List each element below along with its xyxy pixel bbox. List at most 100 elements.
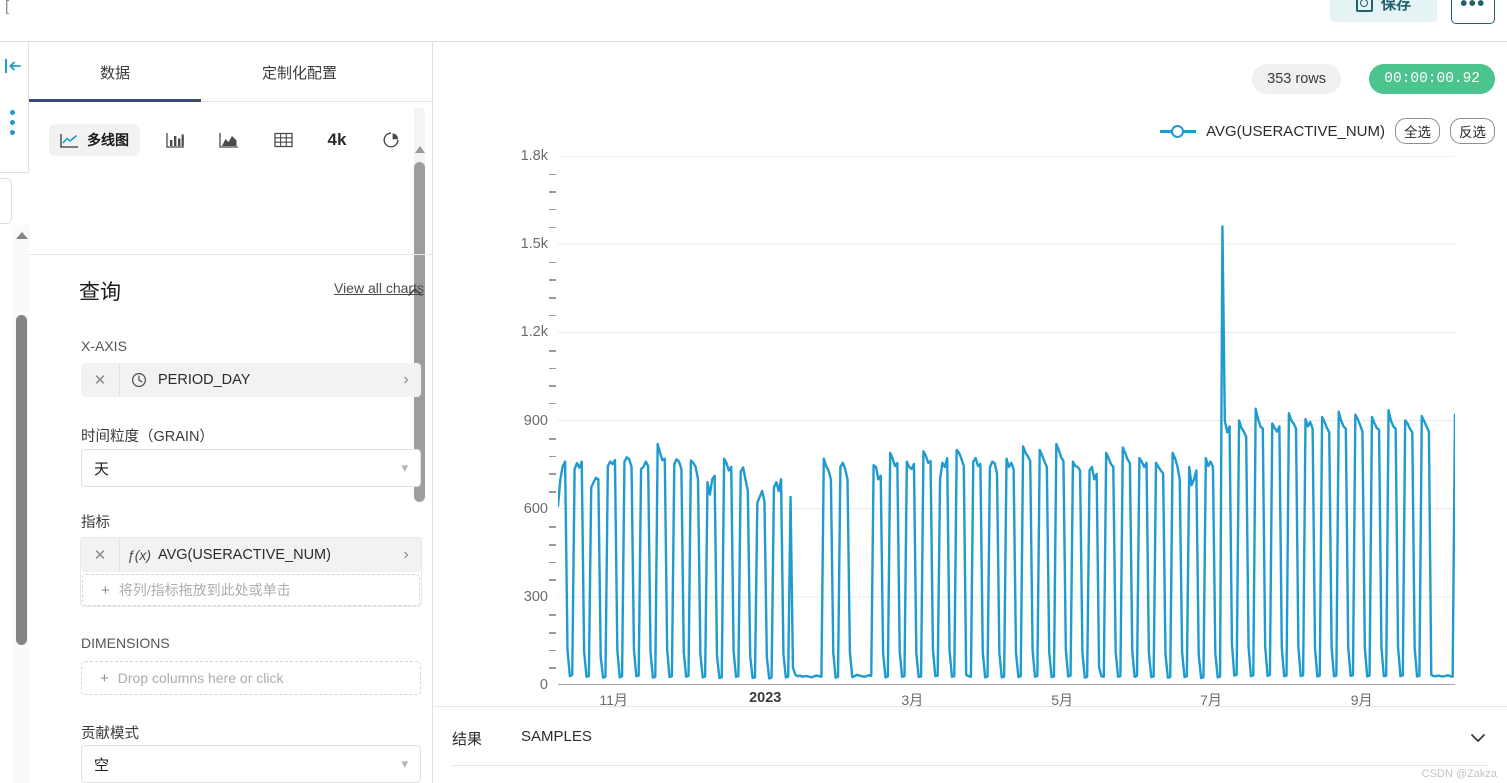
y-axis-minor-tick: [549, 543, 556, 546]
y-axis-minor-tick: [549, 261, 556, 264]
legend-invert-button[interactable]: 反选: [1450, 118, 1495, 144]
legend-series-marker-icon: [1160, 124, 1197, 138]
metric-field[interactable]: ✕ ƒ(x) AVG(USERACTIVE_NUM) ›: [81, 538, 421, 572]
legend-series-label[interactable]: AVG(USERACTIVE_NUM): [1206, 123, 1385, 140]
chart-plot[interactable]: [556, 155, 1457, 691]
dot: [10, 120, 15, 125]
results-tab-result[interactable]: 结果: [452, 728, 482, 749]
tab-customize-label: 定制化配置: [261, 64, 337, 82]
metric-value: AVG(USERACTIVE_NUM): [158, 547, 331, 563]
function-icon: ƒ(x): [126, 547, 152, 563]
dimensions-dropzone[interactable]: + Drop columns here or click: [81, 661, 421, 695]
dot: [10, 130, 15, 135]
chevron-up-icon[interactable]: [405, 282, 425, 302]
viz-type-pie-chart[interactable]: [372, 126, 410, 154]
grain-value: 天: [94, 460, 110, 478]
close-icon[interactable]: ✕: [81, 371, 119, 389]
more-options-button[interactable]: •••: [1451, 0, 1495, 24]
y-axis-minor-tick: [549, 579, 556, 581]
camera-icon: [1355, 0, 1373, 12]
y-axis-tick-label: 900: [523, 412, 548, 429]
viz-type-selector: 多线图 4k View all charts: [29, 102, 424, 296]
save-button[interactable]: 保存: [1330, 0, 1437, 22]
y-axis-minor-tick: [549, 402, 556, 405]
viz-type-bar-chart[interactable]: [156, 126, 194, 154]
plus-icon: +: [101, 581, 110, 599]
page-scrollbar-thumb[interactable]: [16, 315, 27, 645]
line-chart-svg[interactable]: [556, 155, 1457, 691]
y-axis-minor-tick: [549, 614, 556, 617]
control-panel: 数据 定制化配置 多线图 4k View all charts 查询 X-AXI…: [29, 42, 433, 783]
y-axis-minor-tick: [549, 649, 556, 652]
contribution-mode-label: 贡献模式: [81, 726, 139, 742]
viz-type-row: 多线图 4k: [29, 102, 415, 156]
viz-type-table[interactable]: [264, 126, 302, 154]
y-axis-minor-tick: [549, 226, 556, 229]
tab-customize[interactable]: 定制化配置: [201, 42, 398, 102]
chevron-right-icon[interactable]: ›: [391, 371, 421, 389]
table-icon: [273, 132, 293, 148]
y-axis-minor-tick: [549, 473, 556, 475]
y-axis-minor-tick: [549, 314, 556, 317]
save-button-label: 保存: [1380, 0, 1411, 13]
dot: [10, 110, 15, 115]
x-axis-value: PERIOD_DAY: [158, 372, 251, 388]
grain-select[interactable]: 天 ▾: [81, 449, 421, 487]
viz-section-divider: [29, 254, 433, 255]
pie-chart-icon: [383, 132, 399, 148]
viz-type-big-number[interactable]: 4k: [318, 126, 356, 154]
y-axis-tick-label: 1.8k: [520, 148, 548, 164]
clock-icon: [120, 372, 158, 388]
y-axis-minor-tick: [549, 297, 556, 299]
viz-type-area-chart[interactable]: [210, 126, 248, 154]
metric-dropzone[interactable]: + 将列/指标拖放到此处或单击: [82, 574, 420, 606]
y-axis-minor-tick: [549, 561, 556, 564]
collapse-panel-icon[interactable]: [5, 58, 23, 74]
y-axis-minor-tick: [549, 438, 556, 440]
y-axis-minor-tick: [549, 279, 556, 282]
bar-chart-icon: [165, 133, 184, 148]
arrow-left-icon: [9, 61, 21, 71]
panel-tabs: 数据 定制化配置: [29, 42, 432, 102]
chart-area: 353 rows 00:00:00.92 AVG(USERACTIVE_NUM)…: [434, 42, 1507, 783]
dimensions-label: DIMENSIONS: [81, 635, 170, 651]
results-bar: 结果 SAMPLES CSDN @Zakza: [434, 706, 1507, 783]
query-section-title: 查询: [79, 281, 121, 304]
chevron-right-icon[interactable]: ›: [391, 546, 421, 564]
contribution-mode-value: 空: [94, 756, 110, 774]
tab-data[interactable]: 数据: [29, 42, 201, 102]
y-axis-minor-tick: [549, 349, 556, 352]
header-left-fragment: [: [5, 0, 10, 15]
y-axis-tick-label: 600: [523, 500, 548, 517]
more-vertical-icon[interactable]: [10, 110, 15, 140]
x-axis-tick-label: 2023: [749, 690, 782, 706]
y-axis-tick-label: 1.2k: [520, 324, 548, 341]
collapse-bar: [5, 59, 7, 73]
results-tab-samples[interactable]: SAMPLES: [521, 728, 592, 745]
chevron-down-icon: ▾: [401, 756, 408, 771]
viz-type-line-chart[interactable]: 多线图: [49, 124, 140, 156]
chevron-down-icon[interactable]: [1467, 727, 1489, 749]
legend-select-all-button[interactable]: 全选: [1395, 118, 1440, 144]
top-header-bar: [ 保存 •••: [0, 0, 1507, 42]
metrics-label: 指标: [81, 515, 110, 531]
scroll-up-arrow-icon[interactable]: [16, 232, 28, 239]
y-axis-tick-label: 0: [539, 677, 548, 693]
dimensions-dropzone-placeholder: Drop columns here or click: [117, 670, 284, 686]
y-axis-minor-tick: [549, 455, 556, 458]
contribution-mode-select[interactable]: 空 ▾: [81, 745, 421, 783]
query-duration-badge: 00:00:00.92: [1369, 64, 1495, 94]
y-axis-minor-tick: [549, 667, 556, 669]
plus-icon: +: [100, 669, 109, 687]
close-icon[interactable]: ✕: [81, 546, 119, 564]
edge-input-box[interactable]: [0, 178, 12, 224]
chart-series-line: [556, 225, 1457, 680]
app-root: [ 保存 ••• 数据 定制化配置 多线图 4k View all charts…: [0, 0, 1507, 783]
rail-divider: [0, 172, 29, 173]
panel-scroll-up-icon[interactable]: [415, 146, 425, 153]
legend-dot: [1171, 125, 1185, 138]
results-divider: [452, 765, 1488, 766]
chevron-down-icon: ▾: [401, 460, 408, 475]
y-axis-tick-label: 300: [523, 588, 548, 605]
x-axis-field[interactable]: ✕ PERIOD_DAY ›: [81, 363, 421, 397]
